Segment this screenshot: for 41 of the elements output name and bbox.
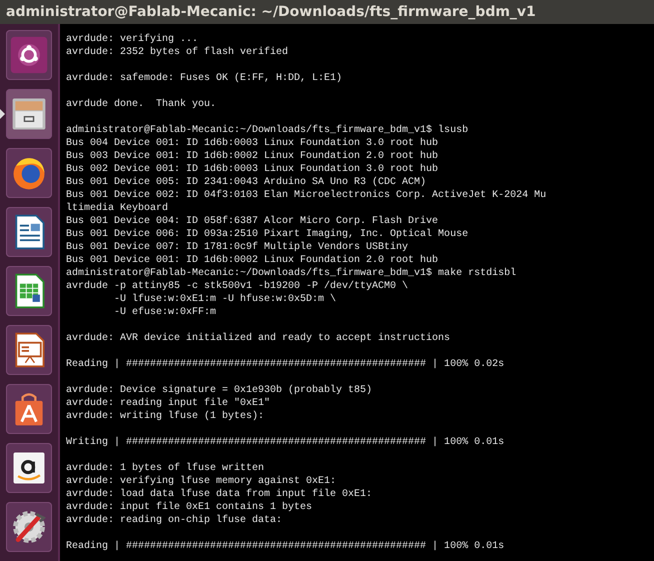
terminal-line: administrator@Fablab-Mecanic:~/Downloads/fts_firmware_bdm_v1$ make rstdisbl — [66, 267, 516, 280]
launcher-item[interactable] — [6, 148, 52, 198]
terminal-line: Bus 002 Device 001: ID 1d6b:0003 Linux Foundation 3.0 root hub — [66, 163, 438, 176]
terminal-line: avrdude: input file 0xE1 contains 1 bytes — [66, 501, 312, 514]
window-title: administrator@Fablab-Mecanic: ~/Downloads/fts_firmware_bdm_v1 — [6, 4, 536, 20]
terminal-line: Writing | ################################################## | 100% 0.01s — [66, 436, 504, 449]
terminal-line: avrdude: reading input file "0xE1" — [66, 397, 270, 410]
terminal-line: avrdude: verifying ... — [66, 33, 198, 46]
launcher-item[interactable] — [6, 207, 52, 257]
launcher-item[interactable] — [6, 266, 52, 316]
terminal-line: Reading | ################################################## | 100% 0.01s — [66, 540, 504, 553]
terminal-line: Bus 001 Device 004: ID 058f:6387 Alcor Micro Corp. Flash Drive — [66, 215, 438, 228]
terminal-line: Bus 001 Device 007: ID 1781:0c9f Multiple Vendors USBtiny — [66, 241, 408, 254]
terminal-line: Bus 001 Device 002: ID 04f3:0103 Elan Microelectronics Corp. ActiveJet K-2024 Mu — [66, 189, 546, 202]
terminal-line: avrdude: reading on-chip lfuse data: — [66, 514, 282, 527]
terminal-line: avrdude: 2352 bytes of flash verified — [66, 46, 288, 59]
terminal-line: avrdude -p attiny85 -c stk500v1 -b19200 -P /dev/ttyACM0 \ — [66, 280, 408, 293]
terminal-line: avrdude: 1 bytes of lfuse written — [66, 462, 264, 475]
terminal-line: Bus 003 Device 001: ID 1d6b:0002 Linux Foundation 2.0 root hub — [66, 150, 438, 163]
terminal-line: ltimedia Keyboard — [66, 202, 168, 215]
terminal-line: Bus 004 Device 001: ID 1d6b:0003 Linux Foundation 3.0 root hub — [66, 137, 438, 150]
terminal-line: avrdude: verifying lfuse memory against 0xE1: — [66, 475, 336, 488]
terminal-line: Bus 001 Device 006: ID 093a:2510 Pixart Imaging, Inc. Optical Mouse — [66, 228, 468, 241]
terminal-line: -U lfuse:w:0xE1:m -U hfuse:w:0x5D:m \ — [113, 293, 336, 306]
launcher-item[interactable] — [6, 502, 52, 552]
terminal-line: avrdude done. Thank you. — [66, 98, 216, 111]
terminal-line: avrdude: load data lfuse data from input file 0xE1: — [66, 488, 372, 501]
ubuntu-logo-icon — [9, 35, 49, 75]
terminal-line: administrator@Fablab-Mecanic:~/Downloads/fts_firmware_bdm_v1$ lsusb — [66, 124, 468, 137]
terminal-line: Reading | ################################################## | 100% 0.02s — [66, 358, 504, 371]
launcher-item[interactable] — [6, 325, 52, 375]
terminal-line: avrdude: AVR device initialized and ready to accept instructions — [66, 332, 450, 345]
terminal-line: avrdude: safemode: Fuses OK (E:FF, H:DD, L:E1) — [66, 72, 342, 85]
launcher-item[interactable] — [6, 443, 52, 493]
launcher-item[interactable] — [6, 384, 52, 434]
terminal-line: avrdude: Device signature = 0x1e930b (probably t85) — [66, 384, 372, 397]
launcher-item[interactable] — [6, 30, 52, 80]
terminal-line: -U efuse:w:0xFF:m — [113, 306, 216, 319]
terminal-line: avrdude: writing lfuse (1 bytes): — [66, 410, 264, 423]
terminal-line: Bus 001 Device 001: ID 1d6b:0002 Linux Foundation 2.0 root hub — [66, 254, 438, 267]
terminal-line: Bus 001 Device 005: ID 2341:0043 Arduino SA Uno R3 (CDC ACM) — [66, 176, 426, 189]
